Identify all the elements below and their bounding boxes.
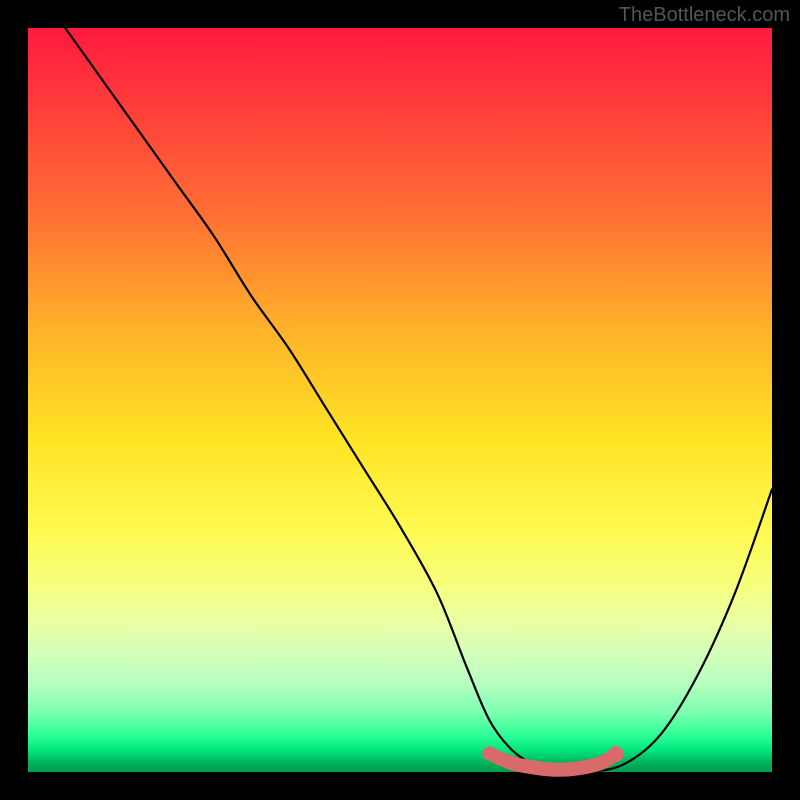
watermark-text: TheBottleneck.com — [619, 4, 790, 27]
optimal-range-end-dot — [608, 746, 624, 762]
chart-container: TheBottleneck.com — [0, 0, 800, 800]
optimal-range-highlight — [489, 753, 615, 769]
plot-area — [28, 28, 772, 772]
curve-svg — [28, 28, 772, 772]
bottleneck-curve — [65, 28, 772, 773]
